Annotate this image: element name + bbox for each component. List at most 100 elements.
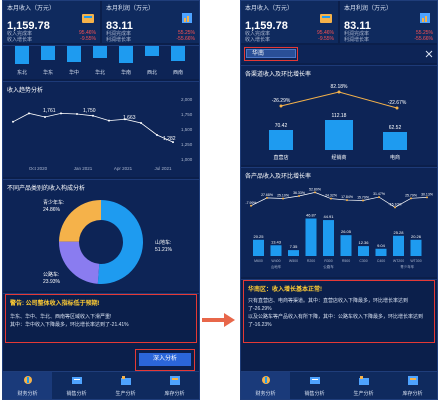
product-category: WT300 (410, 259, 421, 263)
donut-label-pct: 23.93% (43, 279, 61, 285)
donut-label-name: 青少年车: (43, 199, 64, 206)
region-select[interactable]: 华南 (246, 49, 296, 58)
product-growth-point (426, 196, 428, 199)
product-bar-label: 20.25 (253, 234, 264, 239)
trend-point (108, 119, 110, 122)
report-icon (182, 13, 192, 23)
product-category: R200 (307, 259, 315, 263)
region-tick: 华北 (95, 69, 105, 76)
product-category: M600 (254, 259, 263, 263)
trend-series-line (12, 112, 174, 143)
bottom-nav: 财务分析 销售分析 生产分析 库存分析 (241, 371, 437, 399)
nav-sales[interactable]: 销售分析 (290, 372, 339, 399)
product-bar-label: 7.35 (290, 244, 299, 249)
sales-icon (71, 377, 82, 384)
product-category: W400 (271, 259, 280, 263)
nav-inventory[interactable]: 库存分析 (150, 372, 199, 399)
info-line-2: 以及公路车等产品收入有所下降，其中：公路车收入下降最多，环比增长率达到了-16.… (248, 314, 424, 328)
product-growth-label: 25.79% (405, 193, 417, 197)
product-combo-chart: 20.25 M600 13.43 W400 7.35 W500 46.87 R200 44.91… (245, 187, 432, 269)
product-growth-label: 17.84% (341, 195, 353, 199)
profit-growth-label: 利润增长率 (344, 37, 370, 43)
trend-x-tick: Jan 2021 (74, 166, 93, 171)
warning-panel: 警告: 公司整体收入指标低于预期! 华东、华中、华北、西南等区域收入下滑严重! … (3, 293, 199, 343)
trend-data-label: 1,761 (43, 108, 56, 114)
product-bar-label: 20.26 (411, 234, 422, 239)
product-growth-point (410, 197, 412, 200)
finance-icon (261, 376, 270, 384)
info-title: 华南区：收入增长基本正常! (248, 287, 322, 293)
trend-point (44, 116, 46, 118)
channel-bar-label: 70.42 (275, 123, 288, 129)
product-group-label: 山地车 (271, 264, 282, 269)
nav-sales[interactable]: 销售分析 (52, 372, 101, 399)
profit-card[interactable]: 本月利润（万元） 83.11 利润完成率 55.25% 利润增长率 -55.66… (102, 1, 199, 43)
trend-point (172, 141, 174, 144)
inventory-icon (169, 376, 180, 385)
region-tick: 西南 (173, 69, 183, 76)
revenue-card-title: 本月收入（万元） (7, 6, 56, 12)
right-dashboard-screen: 本月收入（万元） 1,159.78 收入完成率 95.46% 收入增长率 -9.… (240, 0, 438, 400)
product-bar (340, 235, 352, 256)
product-growth-label: 52.80% (309, 187, 321, 191)
revenue-card[interactable]: 本月收入（万元） 1,159.78 收入完成率 95.46% 收入增长率 -9.… (241, 1, 338, 43)
nav-inventory-label: 库存分析 (402, 391, 423, 397)
region-bar (145, 46, 159, 56)
close-icon[interactable] (425, 50, 433, 58)
product-bar (375, 248, 387, 256)
nav-inventory[interactable]: 库存分析 (388, 372, 437, 399)
revenue-card[interactable]: 本月收入（万元） 1,159.78 收入完成率 95.46% 收入增长率 -9.… (3, 1, 100, 43)
trend-y-tick: 2,000 (181, 97, 193, 102)
product-bar (305, 218, 317, 256)
trend-x-tick: Apr 2021 (114, 166, 133, 171)
deep-analysis-button[interactable]: 深入分析 (139, 353, 191, 366)
nav-production[interactable]: 生产分析 (339, 372, 388, 399)
channel-line-point (395, 106, 399, 110)
product-growth-label: -7.99% (245, 201, 256, 205)
production-icon (358, 376, 369, 385)
donut-slice[interactable] (59, 241, 100, 284)
profit-card[interactable]: 本月利润（万元） 83.11 利润完成率 55.25% 利润增长率 -55.66… (340, 1, 437, 43)
product-growth-label: 25.10% (277, 193, 289, 197)
trend-data-label: 1,750 (83, 108, 96, 114)
product-group-label: 青少年车 (400, 264, 414, 269)
product-growth-point (250, 204, 252, 207)
donut-label-pct: 24.86% (43, 207, 61, 213)
nav-production[interactable]: 生产分析 (101, 372, 150, 399)
revenue-growth-label: 收入增长率 (245, 37, 271, 43)
region-bar-chart: 东北 华东 华中 华北 华南 西北 西南 (15, 46, 185, 76)
product-bar-label: 12.36 (358, 240, 369, 245)
channel-bar-label: 112.18 (332, 113, 347, 119)
channel-line-point (279, 104, 283, 108)
product-bar (358, 246, 369, 256)
region-tick: 华东 (43, 69, 53, 76)
product-category: WT200 (393, 259, 404, 263)
channel-line-point (337, 90, 341, 94)
region-bar (15, 46, 29, 64)
trend-point (60, 112, 62, 115)
trend-x-tick: Oct 2020 (29, 166, 48, 171)
profit-growth-value: -55.66% (176, 36, 195, 42)
donut-label-name: 山地车: (155, 239, 171, 246)
product-mix-donut: 青少年车: 24.86% 公路车: 23.93% 山地车: 51.21% (43, 199, 173, 285)
product-growth-point (266, 196, 268, 199)
channel-line-label: 82.18% (331, 84, 349, 90)
nav-finance[interactable]: 财务分析 (241, 372, 290, 399)
product-bar-label: 46.87 (306, 213, 317, 218)
summary-header: 本月收入（万元） 1,159.78 收入完成率 95.46% 收入增长率 -9.… (241, 1, 437, 43)
wallet-icon (82, 14, 94, 23)
info-box: 华南区：收入增长基本正常! 只有直营店、电商等渠道。其中：直营店收入下降最多，环… (243, 280, 435, 343)
product-growth-point (362, 199, 364, 202)
donut-slice[interactable] (59, 200, 101, 242)
trend-y-tick: 1,500 (181, 127, 193, 132)
product-mix-panel: 不同产品类别的收入构成分析 青少年车: 24.86% 公路车: 23.93% 山… (3, 179, 199, 291)
donut-slice[interactable] (97, 200, 143, 284)
nav-sales-label: 销售分析 (304, 391, 325, 397)
revenue-growth-label: 收入增长率 (7, 37, 33, 43)
region-bar (67, 46, 81, 62)
product-bar (410, 239, 422, 256)
product-category: R300 (324, 259, 332, 263)
trend-panel: 收入趋势分析 2,000 1,750 1,500 1,250 1,000 Oct… (3, 81, 199, 177)
nav-finance[interactable]: 财务分析 (3, 372, 52, 399)
donut-label-name: 公路车: (43, 271, 59, 278)
